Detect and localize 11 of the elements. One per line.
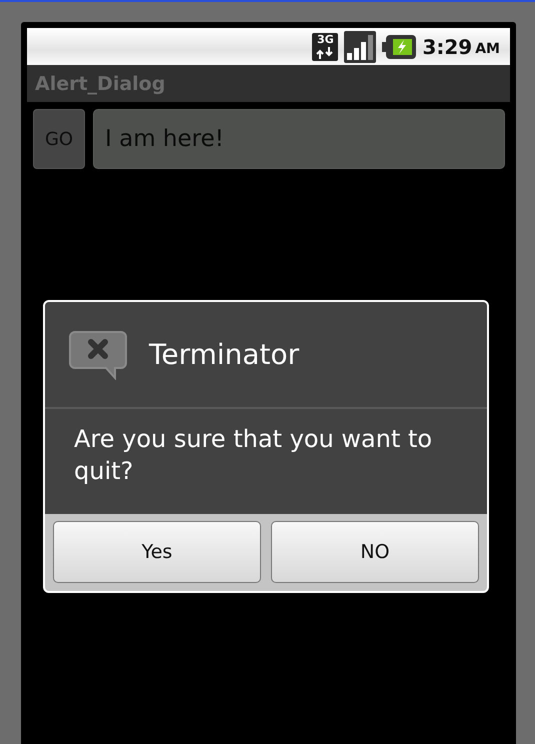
app-title: Alert_Dialog: [35, 72, 166, 94]
battery-icon: [382, 34, 416, 60]
clock-time: 3:29: [422, 34, 472, 58]
dialog-message: Are you sure that you want to quit?: [45, 409, 487, 514]
speech-bubble-x-icon: [69, 330, 127, 380]
clock-meridiem: AM: [475, 40, 500, 56]
network-type: 3G: [317, 34, 334, 46]
signal-icon: [344, 30, 376, 62]
dialog-button[interactable]: NO: [271, 521, 479, 583]
dialog-button[interactable]: Yes: [53, 521, 261, 583]
dialog-title: Terminator: [149, 338, 300, 371]
